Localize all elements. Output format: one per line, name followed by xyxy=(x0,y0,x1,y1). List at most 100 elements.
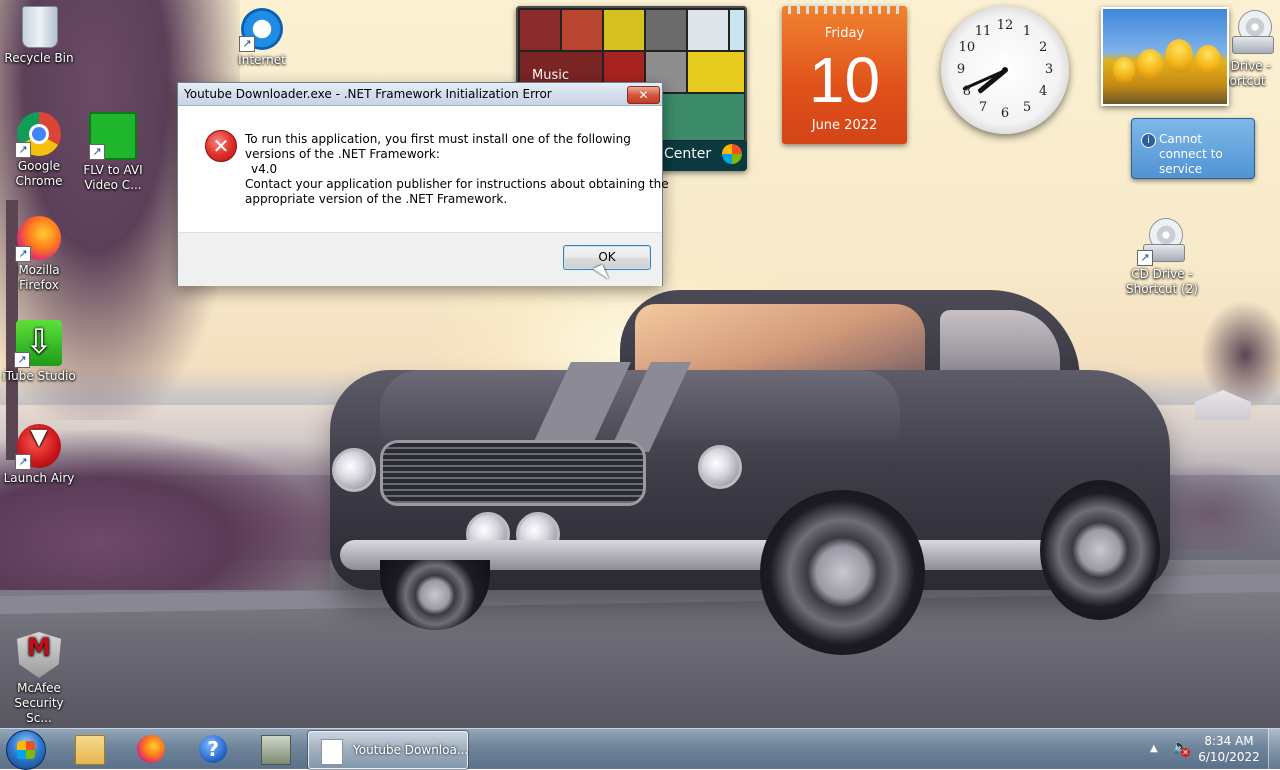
desktop-icon-internet-explorer[interactable]: ↗ Internet Explorer xyxy=(224,8,300,68)
cd-drive-icon: ↗ xyxy=(1137,218,1185,266)
calendar-day-number: 10 xyxy=(808,44,881,116)
clock-numeral: 4 xyxy=(1038,84,1048,99)
wallpaper-car xyxy=(320,290,1180,670)
firefox-icon xyxy=(137,735,165,763)
close-icon: ✕ xyxy=(638,88,649,102)
taskbar-pin-explorer[interactable] xyxy=(64,731,114,767)
message-line: v4.0 xyxy=(251,162,278,176)
recycle-bin-icon xyxy=(22,6,58,48)
slideshow-gadget[interactable] xyxy=(1101,7,1229,106)
show-desktop-button[interactable] xyxy=(1268,729,1280,769)
taskbar-pin-firefox[interactable] xyxy=(126,731,176,767)
car-wheel xyxy=(380,560,490,630)
dialog-body: ✕ To run this application, you first mus… xyxy=(178,106,669,232)
tulip-flower xyxy=(1113,57,1135,83)
desktop-icon-label: McAfee Security Sc... xyxy=(14,681,64,725)
desktop-icon-label: CD Drive - Shortcut (2) xyxy=(1126,267,1198,296)
car-wheel xyxy=(1040,480,1160,620)
windows-logo-icon xyxy=(722,144,742,164)
message-line: versions of the .NET Framework: xyxy=(245,147,440,161)
desktop-icon-label: iTube Studio xyxy=(2,369,76,383)
clock-numeral: 8 xyxy=(962,84,972,99)
car-headlight xyxy=(332,448,376,492)
dialog-titlebar[interactable]: Youtube Downloader.exe - .NET Framework … xyxy=(178,83,662,106)
taskbar-date: 6/10/2022 xyxy=(1198,750,1260,764)
media-tile xyxy=(604,10,644,50)
tulip-flower xyxy=(1137,49,1163,79)
desktop-icon-recycle-bin[interactable]: Recycle Bin xyxy=(0,6,78,66)
folder-icon xyxy=(75,735,105,765)
shortcut-arrow-icon: ↗ xyxy=(15,246,31,262)
error-icon: ✕ xyxy=(205,130,237,162)
media-tile xyxy=(646,10,686,50)
feed-headlines-gadget[interactable]: i Cannot connect to service xyxy=(1131,118,1255,179)
calendar-gadget[interactable]: Friday 10 June 2022 xyxy=(782,4,907,144)
clock-center-pin xyxy=(1002,67,1008,73)
clock-numeral: 6 xyxy=(1000,106,1010,121)
car-wheel xyxy=(760,490,925,655)
wallpaper-tree-right xyxy=(1200,300,1280,410)
message-line: appropriate version of the .NET Framewor… xyxy=(245,192,508,206)
media-tile xyxy=(520,10,560,50)
media-tile xyxy=(688,52,744,92)
desktop-icon-label: Google Chrome xyxy=(15,159,63,188)
cd-drive-base-icon xyxy=(1232,36,1274,54)
itube-studio-icon: ↗ xyxy=(14,320,62,368)
flv-to-avi-icon: ↗ xyxy=(89,112,137,160)
feed-status-text: Cannot connect to service xyxy=(1159,132,1223,176)
desktop-icon-cd-drive-shortcut-2[interactable]: ↗ CD Drive - Shortcut (2) xyxy=(1122,218,1202,297)
clock-numeral: 9 xyxy=(956,62,966,77)
car-headlight xyxy=(698,445,742,489)
internet-explorer-icon: ↗ xyxy=(239,8,283,52)
taskbar-pin-help[interactable]: ? xyxy=(188,731,238,767)
clock-numeral: 1 xyxy=(1022,23,1032,39)
start-button[interactable] xyxy=(6,730,46,770)
clock-numeral: 11 xyxy=(974,23,992,39)
mute-icon: ✕ xyxy=(1181,748,1190,757)
desktop-icon-label: FLV to AVI Video C... xyxy=(83,163,143,192)
shortcut-arrow-icon: ↗ xyxy=(15,142,31,158)
desktop-icon-launch-airy[interactable]: ↗ Launch Airy xyxy=(0,424,78,486)
desktop-icon-label: Launch Airy xyxy=(3,471,75,485)
desktop-icon-label: Recycle Bin xyxy=(4,51,74,65)
clock-numeral: 7 xyxy=(978,100,988,116)
media-tile xyxy=(688,10,728,50)
desktop-icon-itube-studio[interactable]: ↗ iTube Studio xyxy=(0,320,78,384)
show-hidden-icons-button[interactable]: ▲ xyxy=(1150,743,1158,754)
desktop-icon-label: CD Drive - Shortcut xyxy=(1226,59,1271,88)
media-center-label: Center xyxy=(664,146,712,162)
message-line: Contact your application publisher for i… xyxy=(245,177,669,191)
cd-drive-icon xyxy=(1228,10,1274,56)
shortcut-arrow-icon: ↗ xyxy=(15,454,31,470)
dialog-footer: OK xyxy=(178,232,662,286)
desktop-icon-label: Internet Explorer xyxy=(238,53,286,67)
taskbar-clock[interactable]: 8:34 AM 6/10/2022 xyxy=(1196,733,1262,765)
taskbar: ? Youtube Downloa... ▲ 🔈 ✕ 8:34 AM 6/10/… xyxy=(0,728,1280,770)
taskbar-task-youtube-downloader[interactable]: Youtube Downloa... xyxy=(308,731,468,769)
windows-logo-icon xyxy=(17,741,35,759)
tulip-flower xyxy=(1165,39,1193,73)
dialog-message: To run this application, you first must … xyxy=(245,132,669,207)
dialog-close-button[interactable]: ✕ xyxy=(627,86,660,104)
shortcut-arrow-icon: ↗ xyxy=(239,36,255,52)
media-tile xyxy=(562,10,602,50)
tulip-flower xyxy=(1195,45,1221,75)
desktop-icon-cd-drive-shortcut[interactable]: CD Drive - Shortcut xyxy=(1226,10,1280,89)
dialog-title: Youtube Downloader.exe - .NET Framework … xyxy=(184,87,552,101)
control-panel-icon xyxy=(261,735,291,765)
desktop-icon-mozilla-firefox[interactable]: ↗ Mozilla Firefox xyxy=(0,216,78,293)
media-tile xyxy=(730,10,744,50)
desktop-icon-google-chrome[interactable]: ↗ Google Chrome xyxy=(0,112,78,189)
clock-numeral: 3 xyxy=(1044,62,1054,77)
taskbar-time: 8:34 AM xyxy=(1204,734,1254,748)
calendar-rings xyxy=(788,4,901,14)
calendar-month-year: June 2022 xyxy=(811,118,878,133)
firefox-icon: ↗ xyxy=(15,216,61,262)
desktop-icon-mcafee[interactable]: McAfee Security Sc... xyxy=(0,632,78,726)
taskbar-pin-tool[interactable] xyxy=(250,731,300,767)
google-chrome-icon: ↗ xyxy=(15,112,61,158)
error-dialog[interactable]: Youtube Downloader.exe - .NET Framework … xyxy=(177,82,669,286)
ok-button[interactable]: OK xyxy=(563,245,651,270)
desktop-icon-flv-to-avi[interactable]: ↗ FLV to AVI Video C... xyxy=(74,112,152,193)
clock-gadget[interactable]: 12 1 2 3 4 5 6 7 8 9 10 11 xyxy=(941,6,1069,134)
